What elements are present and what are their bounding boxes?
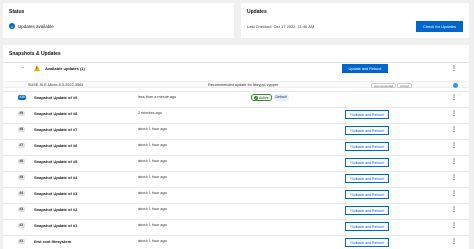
snapshot-name: Snapshot Update of #4 xyxy=(34,175,78,180)
snapshot-number-badge: #5 xyxy=(18,175,25,180)
snapshot-row: #4 Snapshot Update of #3 about 1 hour ago R… xyxy=(3,187,469,200)
snapshot-row: #9 Snapshot Update of #8 2 minutes ago Roll… xyxy=(3,107,469,120)
update-and-reboot-button[interactable]: Update and Reboot xyxy=(342,64,388,73)
page: Status i Updates available Updates Last … xyxy=(0,0,474,249)
snapshot-name: Snapshot Update of #2 xyxy=(34,207,78,212)
severity-tag: critical xyxy=(397,83,412,88)
snapshot-row: #10 Snapshot Update of #9 less than a minu… xyxy=(3,91,469,104)
active-label-text: Active xyxy=(259,95,269,100)
snapshot-row: #5 Snapshot Update of #4 about 1 hour ago R… xyxy=(3,171,469,184)
warning-icon xyxy=(34,65,40,71)
info-icon: i xyxy=(9,23,15,29)
snapshot-number-badge: #10 xyxy=(18,95,27,100)
snapshot-number-badge: #2 xyxy=(18,223,25,228)
kebab-menu-icon[interactable]: ⋮ xyxy=(451,66,457,72)
kebab-menu-icon[interactable]: ⋮ xyxy=(451,223,457,229)
snapshot-name: Snapshot Update of #9 xyxy=(34,95,78,100)
available-updates-row: − Available updates (1) Update and Reboo… xyxy=(3,62,469,73)
rollback-and-reboot-button[interactable]: Rollback and Reboot xyxy=(345,142,389,151)
snapshot-name: first root filesystem xyxy=(34,239,72,244)
kebab-menu-icon[interactable]: ⋮ xyxy=(451,239,457,245)
status-title: Status xyxy=(9,9,25,15)
snapshot-number-badge: #1 xyxy=(18,239,25,244)
snapshot-time: about 1 hour ago xyxy=(138,159,167,163)
last-checked: Last Checked: Oct 17 2022, 11:46 AM xyxy=(247,24,315,29)
kebab-menu-icon[interactable]: ⋮ xyxy=(451,127,457,133)
rollback-and-reboot-button[interactable]: Rollback and Reboot xyxy=(345,110,389,119)
snapshot-time: 2 minutes ago xyxy=(138,111,162,115)
snapshot-time: about 1 hour ago xyxy=(138,191,167,195)
snapshot-number-badge: #9 xyxy=(18,111,25,116)
snapshot-time: less than a minute ago xyxy=(138,95,177,99)
snapshot-number-badge: #7 xyxy=(18,143,25,148)
kebab-menu-icon[interactable]: ⋮ xyxy=(451,207,457,213)
kebab-menu-icon[interactable]: ⋮ xyxy=(451,191,457,197)
severity-tag: recommended xyxy=(371,83,397,88)
check-for-updates-button[interactable]: Check for Updates xyxy=(416,21,463,32)
active-label: ✓ Active xyxy=(251,94,272,101)
snapshot-row: #1 first root filesystem about 1 hour ago R… xyxy=(3,235,469,248)
updates-card: Updates Last Checked: Oct 17 2022, 11:46… xyxy=(241,3,469,38)
updates-title: Updates xyxy=(247,9,267,15)
snapshot-name: Snapshot Update of #3 xyxy=(34,191,78,196)
rollback-and-reboot-button[interactable]: Rollback and Reboot xyxy=(345,222,389,231)
collapse-toggle-icon[interactable]: − xyxy=(21,65,24,71)
rollback-and-reboot-button[interactable]: Rollback and Reboot xyxy=(345,126,389,135)
rollback-and-reboot-button[interactable]: Rollback and Reboot xyxy=(345,206,389,215)
kebab-menu-icon[interactable]: ⋮ xyxy=(451,159,457,165)
snapshot-name: Snapshot Update of #8 xyxy=(34,111,78,116)
snapshot-row: #7 Snapshot Update of #6 about 1 hour ago R… xyxy=(3,139,469,152)
patch-id: SUSE-SLE-Micro-5.3-2022-3564 xyxy=(28,83,84,87)
snapshot-number-badge: #3 xyxy=(18,207,25,212)
snapshot-time: about 1 hour ago xyxy=(138,143,167,147)
available-updates-label: Available updates (1) xyxy=(45,66,85,71)
snapshots-updates-card: Snapshots & Updates − Available updates … xyxy=(3,45,469,249)
snapshot-name: Snapshot Update of #5 xyxy=(34,159,78,164)
snapshot-status-labels: ✓ Active Default xyxy=(251,94,289,101)
default-label: Default xyxy=(273,94,289,101)
kebab-menu-icon[interactable]: ⋮ xyxy=(451,111,457,117)
info-dot-icon xyxy=(453,83,458,88)
patch-row: SUSE-SLE-Micro-5.3-2022-3564 Recommended… xyxy=(3,81,469,88)
snapshot-number-badge: #4 xyxy=(18,191,25,196)
rollback-and-reboot-button[interactable]: Rollback and Reboot xyxy=(345,158,389,167)
snapshot-name: Snapshot Update of #6 xyxy=(34,143,78,148)
kebab-menu-icon[interactable]: ⋮ xyxy=(451,143,457,149)
snapshot-time: about 1 hour ago xyxy=(138,239,167,243)
status-line: i Updates available xyxy=(9,23,54,29)
snapshot-name: Snapshot Update of #1 xyxy=(34,223,78,228)
snapshot-name: Snapshot Update of #7 xyxy=(34,127,78,132)
snapshot-row: #3 Snapshot Update of #2 about 1 hour ago R… xyxy=(3,203,469,216)
snapshot-time: about 1 hour ago xyxy=(138,127,167,131)
snapshot-number-badge: #6 xyxy=(18,159,25,164)
status-card: Status i Updates available xyxy=(3,3,234,38)
patch-summary: Recommended update for libzypp, zypper xyxy=(208,83,279,87)
snapshot-time: about 1 hour ago xyxy=(138,223,167,227)
snapshot-row: #2 Snapshot Update of #1 about 1 hour ago R… xyxy=(3,219,469,232)
kebab-menu-icon[interactable]: ⋮ xyxy=(451,95,457,101)
snapshots-updates-title: Snapshots & Updates xyxy=(9,51,61,57)
rollback-and-reboot-button[interactable]: Rollback and Reboot xyxy=(345,190,389,199)
snapshot-number-badge: #8 xyxy=(18,127,25,132)
check-circle-icon: ✓ xyxy=(254,95,258,100)
snapshot-time: about 1 hour ago xyxy=(138,207,167,211)
snapshot-row: #6 Snapshot Update of #5 about 1 hour ago R… xyxy=(3,155,469,168)
status-message: Updates available xyxy=(18,23,54,29)
snapshot-time: about 1 hour ago xyxy=(138,175,167,179)
snapshot-row: #8 Snapshot Update of #7 about 1 hour ago R… xyxy=(3,123,469,136)
rollback-and-reboot-button[interactable]: Rollback and Reboot xyxy=(345,174,389,183)
rollback-and-reboot-button[interactable]: Rollback and Reboot xyxy=(345,238,389,247)
kebab-menu-icon[interactable]: ⋮ xyxy=(451,175,457,181)
